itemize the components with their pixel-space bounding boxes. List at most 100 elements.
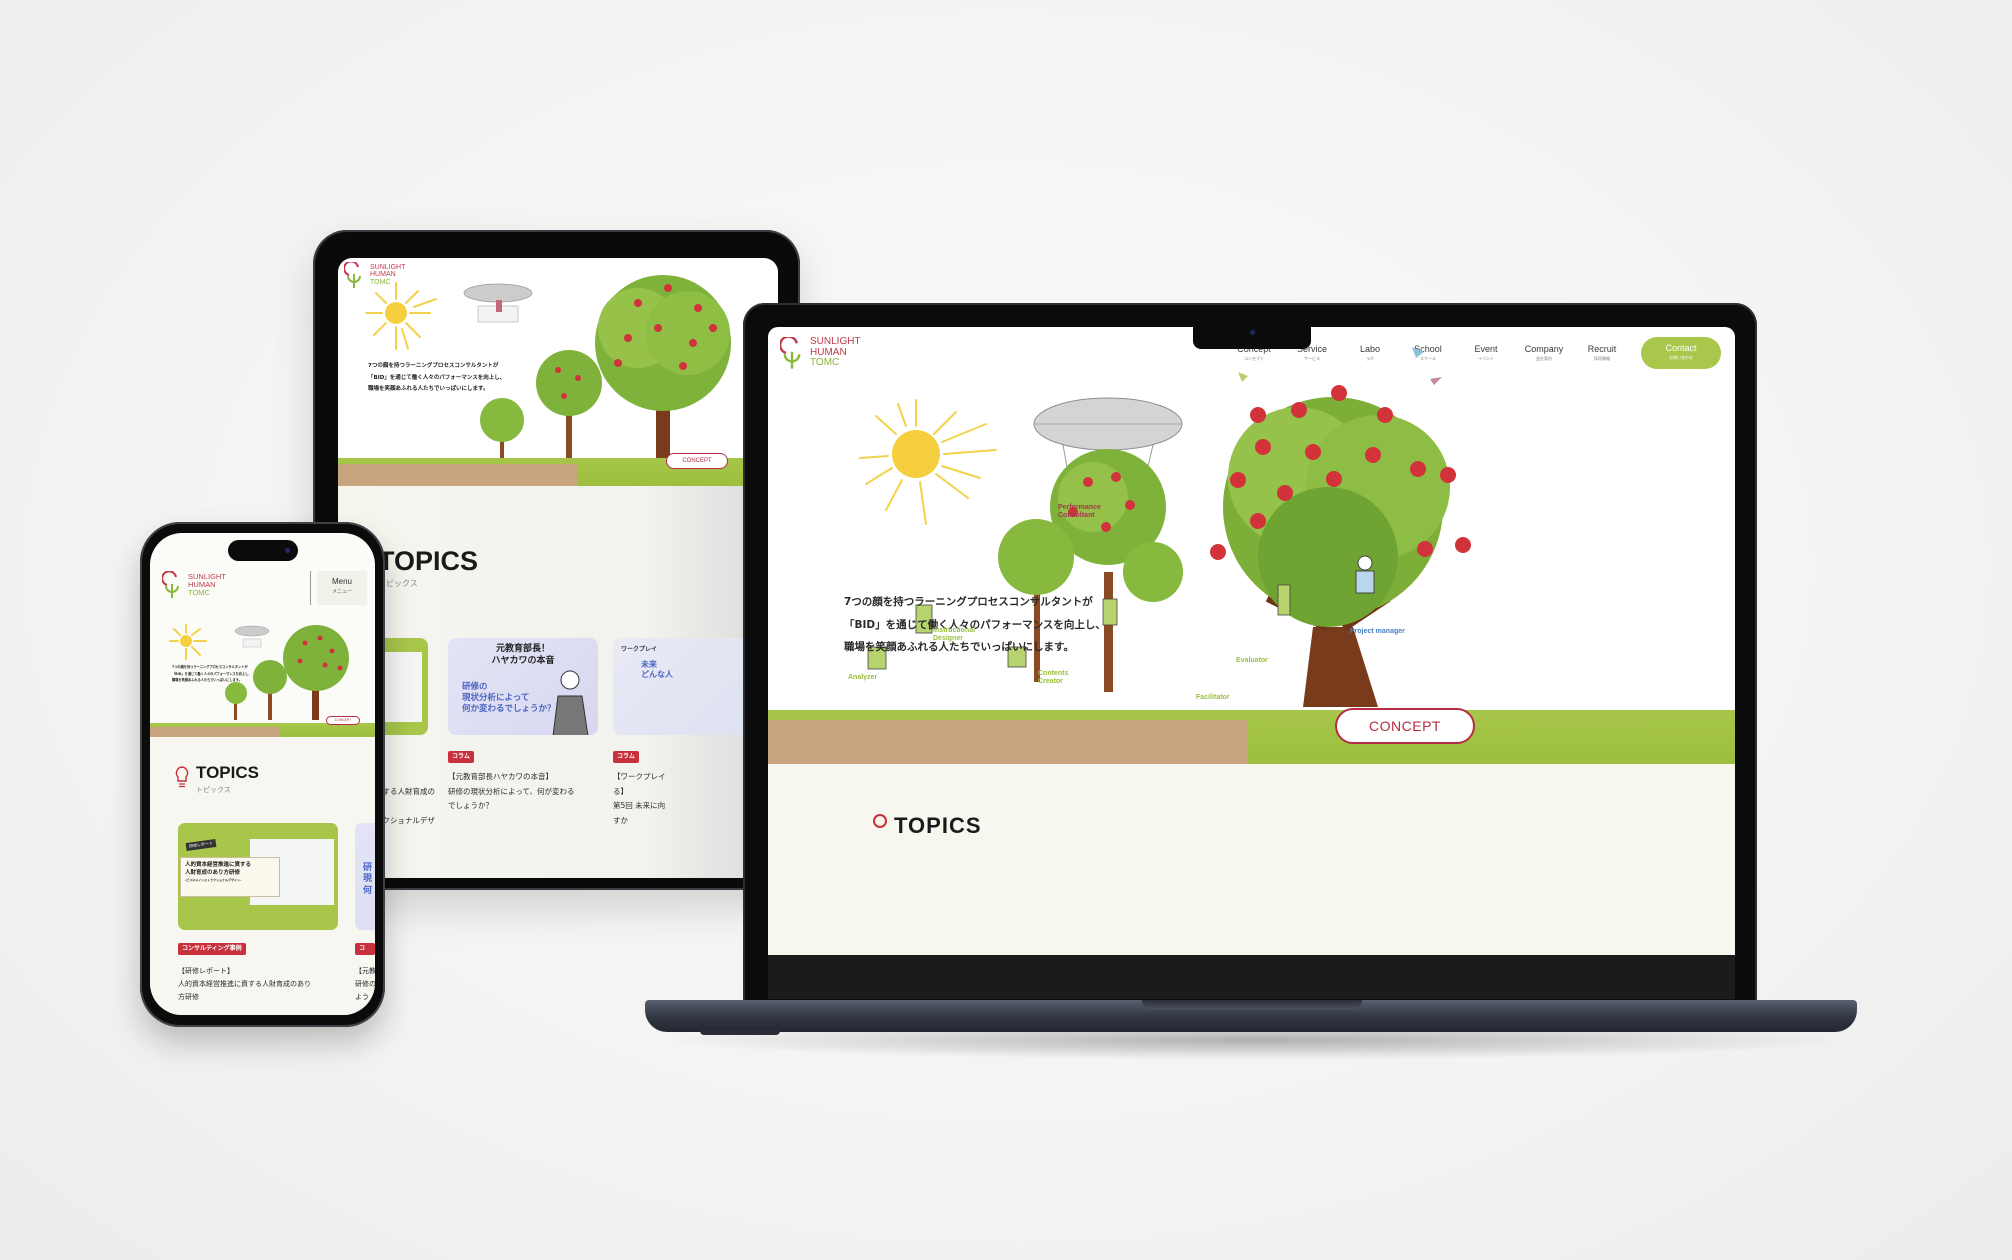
logo[interactable]: SUNLIGHT HUMAN TOMC [162, 571, 226, 599]
card-image-text: どんな人 [641, 670, 673, 680]
logo-line: TOMC [188, 587, 210, 597]
title-line: 人的資本経営推進に資する人財育成のあり [178, 979, 311, 988]
card-image-text: ワークプレイ [621, 646, 658, 653]
title-line: 【研修レポート】 [178, 967, 234, 975]
hero-line: 7つの顔を持つラーニングプロセスコンサルタントが [844, 596, 1093, 608]
card-badge: 研修レポート [185, 838, 217, 852]
laptop-foot [700, 1030, 780, 1035]
menu-label: Menu [331, 577, 352, 586]
title-line: よう [355, 992, 369, 1001]
role-line: Consultant [1058, 511, 1095, 519]
man-illustration [552, 670, 589, 735]
laptop-lid-groove [1142, 1000, 1362, 1009]
laptop-bezel [768, 955, 1735, 999]
small-tree [480, 398, 524, 465]
hero-line: 「BID」を通じて働く人々のパフォーマンスを向上し、 [368, 374, 506, 381]
role-line: Contents [1038, 670, 1069, 677]
topic-card-image[interactable]: 研 現 何 [355, 823, 375, 930]
concept-button[interactable]: CONCEPT [1335, 708, 1475, 744]
role-label-analyzer: Analyzer [848, 674, 878, 681]
apple-tree-large [595, 275, 731, 463]
title-line: 【ワークプレイ [613, 772, 666, 781]
category-tag: コラム [355, 943, 375, 964]
menu-sublabel: メニュー [331, 589, 352, 595]
topic-title[interactable]: 【元教育部長ハヤカワの本音】 研修の現状分析によって、何が変わる でしょうか？ [448, 770, 598, 814]
hero-line: 職場を笑顔あふれる人たちでいっぱいにします。 [172, 678, 242, 683]
tablet-screen: SUNLIGHT HUMAN TOMC 7つの顔を持つラーニングプロセスコンサル… [338, 258, 778, 878]
topic-title[interactable]: 【元教 研修の よう [355, 965, 375, 1004]
topics-section [768, 764, 1735, 955]
title-line: 第5回 未来に向 [613, 801, 666, 811]
category-tag: コンサルティング事例 [178, 943, 246, 955]
role-label-facilitator: Facilitator [1196, 694, 1230, 701]
sun-icon [859, 399, 997, 525]
airship-illustration [463, 283, 533, 323]
card-image-text: 何 [363, 885, 373, 896]
title-line: 研修の [355, 979, 375, 988]
title-line: すか [613, 815, 628, 825]
title-line: 方研修 [178, 992, 199, 1001]
logo-text: SUNLIGHT HUMAN TOMC [188, 573, 226, 597]
category-tag: コラム [613, 751, 639, 763]
card-note: 人的資本経営推進に資する 人財育成のあり方研修 -ビジネスインストラクショナルデ… [180, 857, 280, 897]
topic-title[interactable]: 【研修レポート】 人的資本経営推進に資する人財育成のあり 方研修 [178, 965, 343, 1004]
phone-screen: SUNLIGHT HUMAN TOMC Menu メニュー 7つの顔を持つラーニ… [150, 533, 375, 1015]
concept-button[interactable]: CONCEPT [326, 716, 360, 725]
small-tree [225, 682, 247, 720]
sun-icon [365, 282, 437, 350]
card-image-text: 現 [363, 874, 373, 885]
card-image-text: 人的資本経営推進に資する [185, 862, 252, 868]
role-line: Creator [1038, 677, 1063, 685]
card-image-text: 現状分析によって [462, 693, 530, 704]
ground-illustration [768, 710, 1735, 764]
topic-card-image[interactable]: ワークプレイ 未来 どんな人 [613, 638, 763, 735]
topics-heading: TOPICS [894, 813, 982, 838]
role-label-project-manager: Project manager [1350, 628, 1405, 635]
title-line: 【元教育部長ハヤカワの本音】 [448, 772, 553, 781]
hero-line: 「BID」を通じて働く人々のパフォーマンスを向上し、 [172, 671, 252, 676]
airship-illustration [234, 625, 270, 648]
hero-line: 7つの顔を持つラーニングプロセスコンサルタントが [172, 665, 248, 669]
title-line: 【元教 [355, 967, 375, 975]
topic-title[interactable]: 【ワークプレイ る】 第5回 未来に向 すか [613, 770, 763, 829]
hero-illustration [859, 347, 1471, 707]
topics-heading: TOPICS [378, 546, 479, 576]
sun-icon [169, 624, 207, 660]
logo-mark-icon [162, 571, 179, 598]
card-image-text: -ビジネスインストラクショナルデザイン- [185, 877, 242, 882]
card-image-text: 研修の [462, 682, 488, 692]
title-line: でしょうか？ [448, 801, 493, 811]
role-line: Performance [1058, 504, 1101, 511]
person-project-manager [1355, 555, 1375, 594]
lightbulb-icon [175, 766, 189, 788]
card-image-text: 未来 [641, 660, 657, 669]
laptop-screen: SUNLIGHT HUMAN TOMC Concept コンセプト Service… [768, 327, 1735, 955]
apple-tree-medium [536, 350, 602, 463]
ground-illustration [150, 723, 375, 737]
card-image-text: 人財育成のあり方研修 [185, 870, 241, 877]
apple-tree-medium [253, 660, 287, 720]
hero-line: 職場を笑顔あふれる人たちでいっぱいにします。 [368, 386, 489, 393]
lightbulb-icon [873, 814, 887, 828]
title-line: る】 [613, 786, 628, 796]
topics-subheading: トピックス [196, 786, 231, 794]
hero-tagline: 7つの顔を持つラーニングプロセスコンサルタントが 「BID」を通じて働く人々のパ… [368, 361, 505, 396]
role-label-performance-consultant: Performance Consultant [1058, 504, 1101, 519]
menu-button[interactable]: Menu メニュー [317, 571, 367, 605]
category-tag: コラム [448, 751, 474, 763]
card-image-text: 研 [363, 863, 373, 873]
role-line: Instructional [933, 627, 976, 634]
topics-heading: TOPICS [196, 763, 259, 782]
card-image-text: 元教育部長！ [495, 644, 550, 654]
concept-button[interactable]: CONCEPT [666, 453, 728, 469]
header-divider [310, 571, 311, 605]
hero-tagline: 7つの顔を持つラーニングプロセスコンサルタントが 「BID」を通じて働く人々のパ… [844, 591, 1106, 659]
card-image-text: 何か変わるでしょうか？ [462, 704, 556, 715]
apple-tree-large [283, 625, 349, 720]
bird-icons [1238, 347, 1442, 385]
topic-card-image[interactable]: 元教育部長！ ハヤカワの本音 研修の 現状分析によって 何か変わるでしょうか？ [448, 638, 598, 735]
topic-card-image[interactable]: 研修レポート 人的資本経営推進に資する 人財育成のあり方研修 -ビジネスインスト… [178, 823, 338, 930]
camera-icon [285, 548, 290, 553]
hero-tagline: 7つの顔を持つラーニングプロセスコンサルタントが 「BID」を通じて働く人々のパ… [172, 664, 252, 684]
role-line: Designer [933, 634, 963, 642]
